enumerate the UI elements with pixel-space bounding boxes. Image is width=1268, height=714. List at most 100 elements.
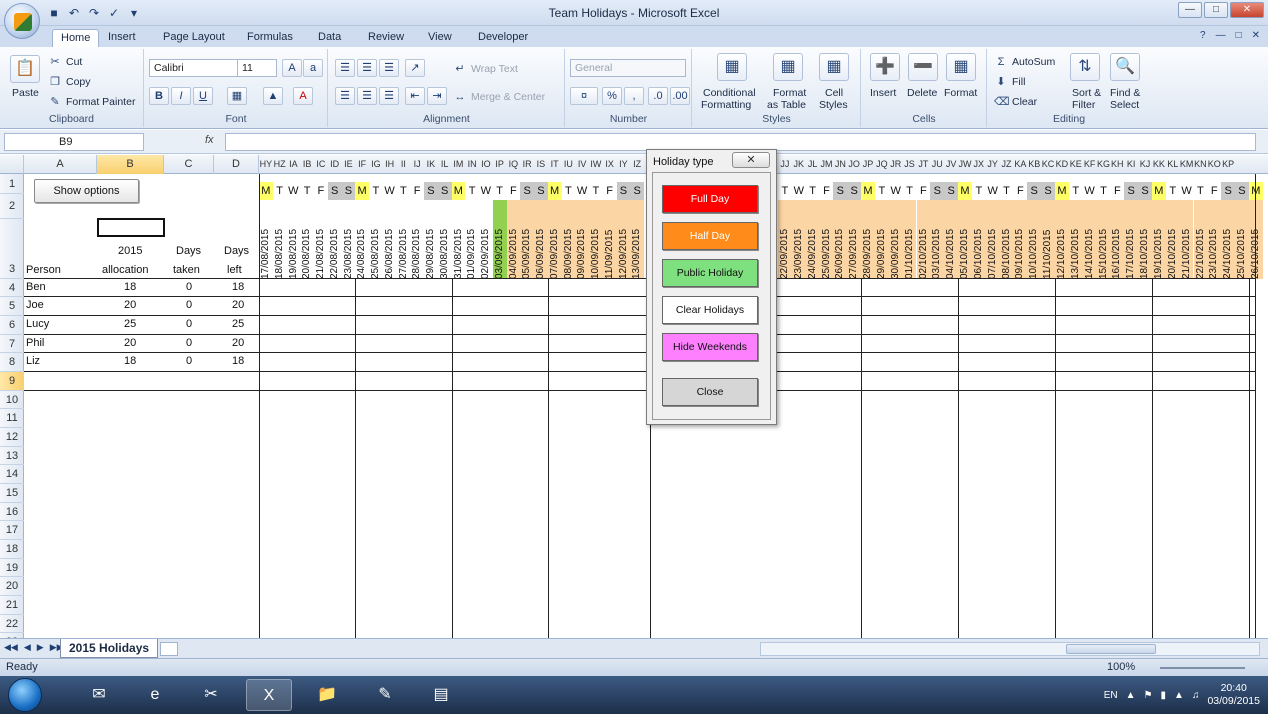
column-header-kb[interactable]: KB [1027,155,1041,174]
row-header-21[interactable]: 21 [0,596,24,615]
column-header-kl[interactable]: KL [1166,155,1180,174]
align-center-icon[interactable]: ☰ [357,87,377,105]
prev-sheet-icon[interactable]: ◀ [24,642,31,653]
sheet-tab-2015-holidays[interactable]: 2015 Holidays [60,639,159,658]
tab-page-layout[interactable]: Page Layout [155,29,233,47]
column-header-ia[interactable]: IA [287,155,301,174]
row-header-1[interactable]: 1 [0,174,24,194]
column-header-io[interactable]: IO [479,155,493,174]
align-left-icon[interactable]: ☰ [335,87,355,105]
row-header-22[interactable]: 22 [0,615,24,633]
ribbon-restore-icon[interactable]: □ [1236,30,1242,41]
column-header-jl[interactable]: JL [806,155,820,174]
column-header-im[interactable]: IM [452,155,466,174]
column-header-ko[interactable]: KO [1207,155,1221,174]
column-header-is[interactable]: IS [534,155,548,174]
internet-explorer-taskbar-icon[interactable]: e [132,679,178,711]
selected-cell-b9[interactable] [97,218,165,237]
comma-icon[interactable]: , [624,87,644,105]
zoom-slider[interactable] [1160,667,1245,669]
horizontal-scrollbar[interactable] [760,642,1260,656]
column-header-ie[interactable]: IE [342,155,356,174]
grow-font-icon[interactable]: A [282,59,302,77]
column-header-ic[interactable]: IC [314,155,328,174]
font-color-icon[interactable]: A [293,87,313,105]
column-header-jt[interactable]: JT [917,155,931,174]
row-header-9[interactable]: 9 [0,372,24,391]
column-header-iu[interactable]: IU [562,155,576,174]
format-painter-button[interactable]: Format Painter [66,96,135,108]
tab-formulas[interactable]: Formulas [239,29,301,47]
column-header-jm[interactable]: JM [820,155,834,174]
orientation-icon[interactable]: ↗ [405,59,425,77]
cell-styles-icon[interactable]: ▦ [819,53,849,81]
ribbon-close-icon[interactable]: ✕ [1252,30,1260,41]
insert-function-icon[interactable]: fx [205,134,214,146]
excel-taskbar-icon[interactable]: X [246,679,292,711]
app-taskbar-icon[interactable]: ▤ [418,679,464,711]
sort-filter-icon[interactable]: ⇅ [1070,53,1100,81]
percent-icon[interactable]: % [602,87,622,105]
tab-data[interactable]: Data [310,29,349,47]
ribbon-minimize-icon[interactable]: — [1216,30,1226,41]
tab-home[interactable]: Home [52,29,100,47]
network-icon[interactable]: ▲ [1174,690,1184,701]
column-header-kn[interactable]: KN [1194,155,1208,174]
tab-developer[interactable]: Developer [470,29,536,47]
conditional-formatting-icon[interactable]: ▦ [717,53,747,81]
delete-cells-icon[interactable]: ➖ [908,53,938,81]
half-day-button[interactable]: Half Day [662,222,758,250]
column-header-ju[interactable]: JU [930,155,944,174]
column-header-jq[interactable]: JQ [875,155,889,174]
row-header-7[interactable]: 7 [0,335,24,353]
clear-holidays-button[interactable]: Clear Holidays [662,296,758,324]
format-as-table-line1[interactable]: Format [773,87,806,99]
row-header-17[interactable]: 17 [0,521,24,540]
row-header-12[interactable]: 12 [0,428,24,447]
column-header-kd[interactable]: KD [1055,155,1069,174]
battery-icon[interactable]: ▮ [1161,690,1167,701]
row-header-2[interactable]: 2 [0,194,24,219]
format-cells-button[interactable]: Format [944,87,977,99]
column-header-in[interactable]: IN [465,155,479,174]
column-header-jp[interactable]: JP [861,155,875,174]
column-header-hz[interactable]: HZ [273,155,287,174]
column-header-ir[interactable]: IR [520,155,534,174]
row-header-5[interactable]: 5 [0,297,24,316]
column-header-jy[interactable]: JY [986,155,1000,174]
paste-button[interactable]: Paste [12,87,39,99]
format-cells-icon[interactable]: ▦ [946,53,976,81]
currency-icon[interactable]: ¤ [570,87,598,105]
start-button[interactable] [8,678,42,712]
column-header-iv[interactable]: IV [575,155,589,174]
row-header-10[interactable]: 10 [0,391,24,409]
column-header-kg[interactable]: KG [1097,155,1111,174]
font-name-select[interactable]: Calibri [149,59,241,77]
format-as-table-icon[interactable]: ▦ [773,53,803,81]
column-header-ib[interactable]: IB [300,155,314,174]
column-header-ih[interactable]: IH [383,155,397,174]
column-header-kj[interactable]: KJ [1138,155,1152,174]
copy-button[interactable]: Copy [66,76,91,88]
minimize-button[interactable]: — [1178,2,1202,18]
close-button[interactable]: Close [662,378,758,406]
fill-color-icon[interactable]: ▲ [263,87,283,105]
column-header-jn[interactable]: JN [833,155,847,174]
help-icon[interactable]: ? [1200,30,1206,41]
first-sheet-icon[interactable]: ◀◀ [4,642,18,653]
language-indicator[interactable]: EN [1104,690,1118,701]
tab-review[interactable]: Review [360,29,412,47]
number-format-select[interactable]: General [570,59,686,77]
cell-styles-line1[interactable]: Cell [825,87,843,99]
column-header-c[interactable]: C [164,155,214,174]
increase-indent-icon[interactable]: ⇥ [427,87,447,105]
font-size-select[interactable]: 11 [237,59,277,77]
column-header-ig[interactable]: IG [369,155,383,174]
increase-decimal-icon[interactable]: .0 [648,87,668,105]
column-header-iw[interactable]: IW [589,155,603,174]
zoom-level[interactable]: 100% [1107,661,1135,673]
next-sheet-icon[interactable]: ▶ [37,642,44,653]
column-header-ii[interactable]: II [397,155,411,174]
column-header-iq[interactable]: IQ [507,155,521,174]
select-all-corner[interactable] [0,155,24,174]
